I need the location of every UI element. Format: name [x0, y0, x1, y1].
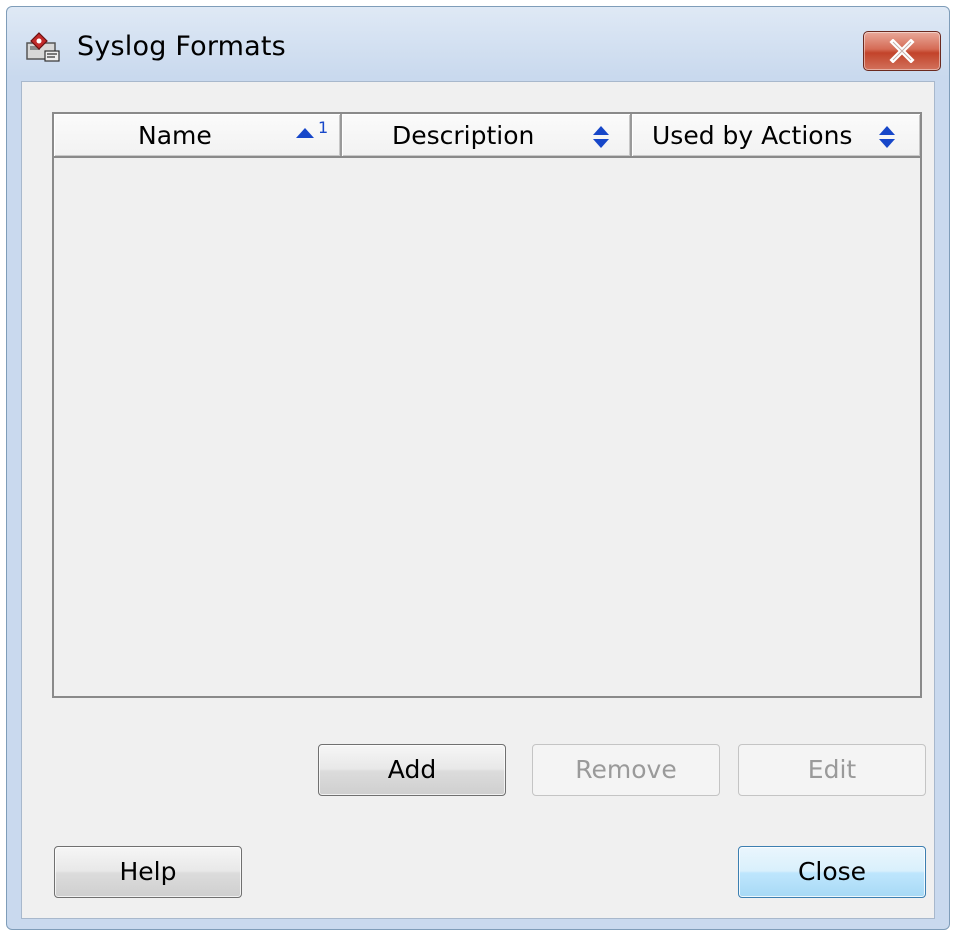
syslog-formats-dialog: Syslog Formats Name 1 Description Used b… [6, 6, 950, 930]
close-x-icon [889, 39, 915, 63]
sort-rank-badge: 1 [318, 118, 329, 137]
dialog-content: Name 1 Description Used by Actions Add R… [21, 81, 935, 919]
window-close-button[interactable] [863, 31, 941, 71]
sort-both-icon [879, 126, 895, 148]
close-button[interactable]: Close [738, 846, 926, 898]
title-bar[interactable]: Syslog Formats [7, 7, 949, 79]
column-label: Description [392, 121, 535, 150]
syslog-app-icon [26, 32, 60, 62]
syslog-formats-table[interactable]: Name 1 Description Used by Actions [52, 112, 922, 698]
sort-ascending-icon [296, 128, 314, 138]
column-header-description[interactable]: Description [342, 114, 632, 156]
table-header: Name 1 Description Used by Actions [54, 114, 920, 158]
dialog-title: Syslog Formats [77, 31, 286, 62]
add-button[interactable]: Add [318, 744, 506, 796]
edit-button[interactable]: Edit [738, 744, 926, 796]
column-header-name[interactable]: Name 1 [54, 114, 342, 156]
column-label: Used by Actions [652, 121, 853, 150]
remove-button[interactable]: Remove [532, 744, 720, 796]
help-button[interactable]: Help [54, 846, 242, 898]
column-header-used-by-actions[interactable]: Used by Actions [632, 114, 920, 156]
column-label: Name [138, 121, 212, 150]
sort-both-icon [593, 126, 609, 148]
